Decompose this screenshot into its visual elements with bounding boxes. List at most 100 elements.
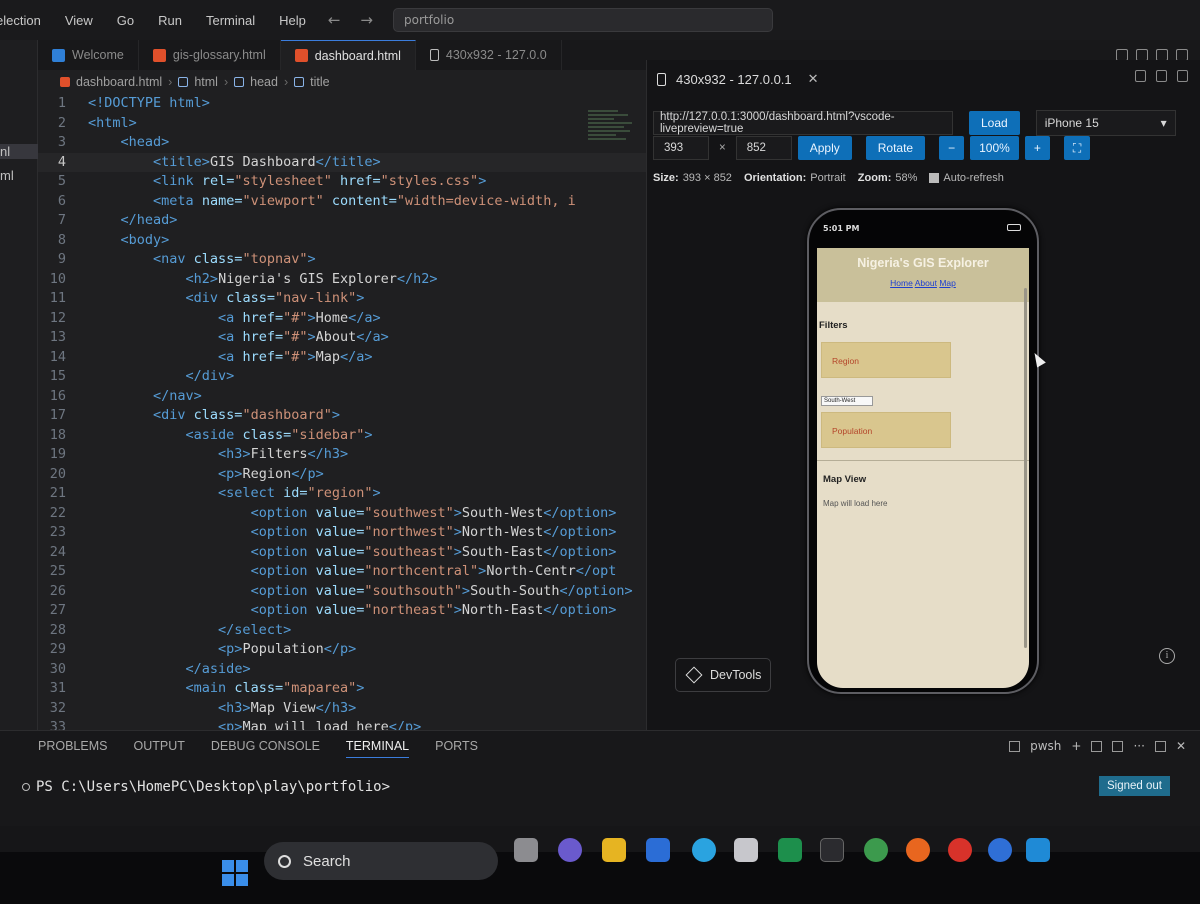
menu-terminal[interactable]: Terminal [194,13,267,28]
code-line[interactable]: 22 <option value="southwest">South-West<… [38,504,646,524]
menu-view[interactable]: View [53,13,105,28]
code-line[interactable]: 25 <option value="northcentral">North-Ce… [38,562,646,582]
code-line[interactable]: 33 <p>Map will load here</p> [38,718,646,730]
breadcrumb-item[interactable]: html [194,75,218,89]
breadcrumb-item[interactable]: dashboard.html [76,75,162,89]
command-center-search[interactable]: portfolio [393,8,773,32]
width-input[interactable]: 393 [653,136,709,160]
height-input[interactable]: 852 [735,136,792,160]
terminal-app-icon[interactable] [820,838,844,862]
url-input[interactable]: http://127.0.0.1:3000/dashboard.html?vsc… [653,111,953,135]
code-line[interactable]: 26 <option value="southsouth">South-Sout… [38,582,646,602]
code-line[interactable]: 7 </head> [38,211,646,231]
tab-output[interactable]: OUTPUT [133,739,184,758]
zoom-in-button[interactable]: + [1024,136,1050,160]
tab-ports[interactable]: PORTS [435,739,478,758]
code-line[interactable]: 15 </div> [38,367,646,387]
tab-welcome[interactable]: Welcome [38,40,139,70]
code-line[interactable]: 24 <option value="southeast">South-East<… [38,543,646,563]
code-line[interactable]: 29 <p>Population</p> [38,640,646,660]
code-line[interactable]: 11 <div class="nav-link"> [38,289,646,309]
tab-dashboard[interactable]: dashboard.html [280,40,416,70]
code-line[interactable]: 13 <a href="#">About</a> [38,328,646,348]
code-line[interactable]: 3 <head> [38,133,646,153]
code-line[interactable]: 20 <p>Region</p> [38,465,646,485]
close-panel-icon[interactable]: ✕ [1176,739,1186,753]
minimap[interactable] [588,108,638,168]
code-editor[interactable]: dashboard.html › html › head › title 1 <!… [38,70,646,730]
code-line[interactable]: 6 <meta name="viewport" content="width=d… [38,192,646,212]
file-explorer-icon[interactable] [602,838,626,862]
forward-arrow-icon[interactable]: → [350,11,383,29]
code-line[interactable]: 2 <html> [38,114,646,134]
chrome-icon[interactable] [864,838,888,862]
zoom-reset-button[interactable]: 100% [970,136,1019,160]
maximize-panel-icon[interactable] [1154,740,1166,752]
menu-help[interactable]: Help [267,13,318,28]
windows-start-icon[interactable] [222,860,248,886]
code-line[interactable]: 12 <a href="#">Home</a> [38,309,646,329]
load-button[interactable]: Load [969,111,1020,135]
trash-icon[interactable] [1112,740,1124,752]
chat-icon[interactable] [558,838,582,862]
split-terminal-icon[interactable] [1091,740,1103,752]
sync-app-icon[interactable] [988,838,1012,862]
telegram-icon[interactable] [692,838,716,862]
devtools-button[interactable]: DevTools [675,658,771,692]
breadcrumb-item[interactable]: title [310,75,329,89]
menu-run[interactable]: Run [146,13,194,28]
site-link-home[interactable]: Home [890,278,913,288]
close-icon[interactable]: ✕ [808,71,819,87]
site-link-map[interactable]: Map [939,278,956,288]
menu-selection[interactable]: election [0,13,53,28]
powerpoint-icon[interactable] [948,838,972,862]
explorer-file-item[interactable]: nl [0,144,38,159]
code-line[interactable]: 18 <aside class="sidebar"> [38,426,646,446]
tab-preview-device[interactable]: 430x932 - 127.0.0 [416,40,562,70]
code-line[interactable]: 16 </nav> [38,387,646,407]
code-line[interactable]: 17 <div class="dashboard"> [38,406,646,426]
rotate-button[interactable]: Rotate [865,136,926,160]
terminal-prompt[interactable]: PS C:\Users\HomePC\Desktop\play\portfoli… [22,779,390,795]
code-line[interactable]: 30 </aside> [38,660,646,680]
code-line[interactable]: 1 <!DOCTYPE html> [38,94,646,114]
new-terminal-icon[interactable]: + [1071,739,1081,753]
phone-scrollbar[interactable] [1024,288,1027,648]
phone-screen[interactable]: Nigeria's GIS Explorer Home About Map Fi… [817,248,1029,688]
split-icon[interactable] [1156,70,1167,82]
tab-debug-console[interactable]: DEBUG CONSOLE [211,739,320,758]
excel-icon[interactable] [778,838,802,862]
signed-out-badge[interactable]: Signed out [1099,776,1170,796]
terminal-shell-label[interactable]: pwsh [1030,739,1061,753]
code-line[interactable]: 4 <title>GIS Dashboard</title> [38,152,646,172]
menu-go[interactable]: Go [105,13,146,28]
tab-terminal[interactable]: TERMINAL [345,739,410,758]
zoom-out-button[interactable]: − [939,136,965,160]
fullscreen-icon[interactable]: ⛶ [1063,136,1091,160]
code-line[interactable]: 23 <option value="northwest">North-West<… [38,523,646,543]
vscode-taskbar-icon[interactable] [1026,838,1050,862]
info-icon[interactable]: i [1159,648,1175,664]
tab-problems[interactable]: PROBLEMS [38,739,107,758]
code-line[interactable]: 5 <link rel="stylesheet" href="styles.cs… [38,172,646,192]
code-line[interactable]: 31 <main class="maparea"> [38,679,646,699]
code-line[interactable]: 14 <a href="#">Map</a> [38,348,646,368]
code-line[interactable]: 9 <nav class="topnav"> [38,250,646,270]
code-line[interactable]: 28 </select> [38,621,646,641]
code-line[interactable]: 32 <h3>Map View</h3> [38,699,646,719]
code-line[interactable]: 10 <h2>Nigeria's GIS Explorer</h2> [38,270,646,290]
auto-refresh-checkbox[interactable] [929,173,940,183]
code-line[interactable]: 21 <select id="region"> [38,484,646,504]
device-select[interactable]: iPhone 15 ▾ [1035,110,1176,136]
firefox-icon[interactable] [906,838,930,862]
more-icon[interactable] [1177,70,1188,82]
device-icon[interactable] [1135,70,1146,82]
breadcrumb-item[interactable]: head [250,75,278,89]
apply-button[interactable]: Apply [797,136,852,160]
preview-tab[interactable]: 430x932 - 127.0.0.1 ✕ [647,60,819,98]
task-view-icon[interactable] [514,838,538,862]
taskbar-search[interactable]: Search [264,842,498,880]
word-icon[interactable] [646,838,670,862]
code-line[interactable]: 27 <option value="northeast">North-East<… [38,601,646,621]
back-arrow-icon[interactable]: ← [318,11,351,29]
